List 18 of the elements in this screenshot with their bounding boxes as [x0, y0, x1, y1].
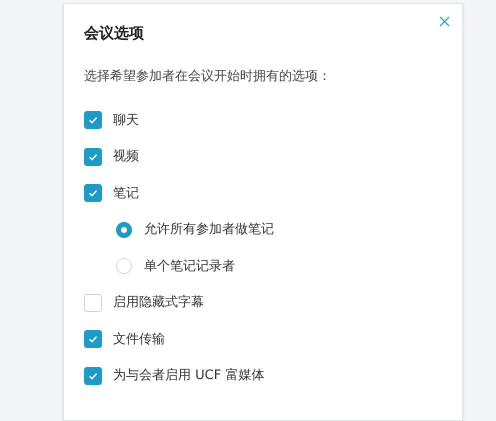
close-icon — [438, 16, 450, 26]
checkbox[interactable] — [84, 366, 102, 385]
option-label: 允许所有参加者做笔记 — [144, 221, 274, 239]
checkbox[interactable] — [84, 294, 102, 312]
option-label: 笔记 — [113, 184, 139, 202]
option-label: 为与会者启用 UCF 富媒体 — [113, 367, 264, 385]
dialog-title: 会议选项 — [84, 23, 145, 44]
dialog-description: 选择希望参加者在会议开始时拥有的选项： — [84, 68, 332, 86]
checkbox[interactable] — [84, 184, 102, 202]
option-label: 单个笔记记录者 — [144, 258, 235, 276]
checkbox[interactable] — [84, 148, 102, 166]
option-label: 视频 — [113, 148, 139, 166]
checkbox[interactable] — [84, 111, 102, 130]
option-label: 聊天 — [113, 112, 139, 130]
option-label: 文件传输 — [113, 330, 165, 348]
checkbox[interactable] — [84, 330, 102, 348]
radio-button[interactable] — [116, 222, 132, 238]
option-label: 启用隐藏式字幕 — [113, 294, 204, 312]
